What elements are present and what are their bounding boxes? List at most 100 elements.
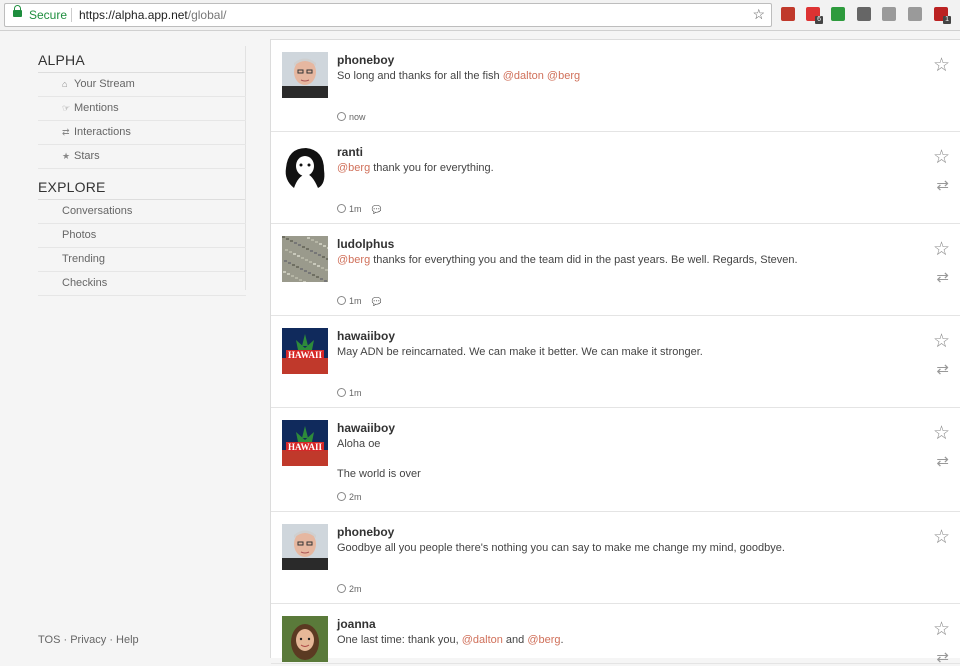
svg-text:HAWAII: HAWAII bbox=[288, 442, 323, 452]
post-username[interactable]: phoneboy bbox=[337, 53, 394, 67]
extension-scissors-icon[interactable] bbox=[908, 7, 922, 21]
sidebar-item-mentions[interactable]: ☞ Mentions bbox=[38, 97, 246, 121]
post-timestamp[interactable]: now bbox=[349, 112, 366, 122]
post-username[interactable]: phoneboy bbox=[337, 525, 394, 539]
avatar[interactable] bbox=[282, 616, 328, 662]
post-timestamp[interactable]: 1m bbox=[349, 204, 362, 214]
avatar[interactable]: HAWAII bbox=[282, 420, 328, 466]
post-item: HAWAII hawaiiboy May ADN be reincarnated. … bbox=[271, 316, 960, 408]
post-item: phoneboy So long and thanks for all the f… bbox=[271, 40, 960, 132]
post-text-line: May ADN be reincarnated. We can make it … bbox=[337, 346, 703, 358]
post-timestamp[interactable]: 2m bbox=[349, 492, 362, 502]
repost-icon[interactable]: ⇄ bbox=[936, 648, 949, 666]
post-username[interactable]: ranti bbox=[337, 145, 363, 159]
post-text: @berg thank you for everything. bbox=[337, 161, 494, 176]
sidebar-item-trending[interactable]: Trending bbox=[38, 248, 246, 272]
sidebar-item-label: Checkins bbox=[62, 277, 108, 289]
post-stream: phoneboy So long and thanks for all the f… bbox=[270, 39, 960, 666]
star-icon: ★ bbox=[62, 151, 71, 161]
post-item: ludolphus @berg thanks for everything you… bbox=[271, 224, 960, 316]
sidebar-footer: TOS · Privacy · Help bbox=[38, 634, 139, 646]
section-title-explore: EXPLORE bbox=[38, 173, 246, 200]
sidebar-item-label: Stars bbox=[74, 150, 100, 162]
section-title-alpha: ALPHA bbox=[38, 46, 246, 73]
clock-icon bbox=[337, 492, 346, 501]
extension-square-icon[interactable] bbox=[857, 7, 871, 21]
post-text-line: The world is over bbox=[337, 468, 421, 480]
privacy-link[interactable]: Privacy bbox=[70, 634, 106, 646]
tos-link[interactable]: TOS bbox=[38, 634, 60, 646]
sidebar-item-photos[interactable]: Photos bbox=[38, 224, 246, 248]
repost-icon[interactable]: ⇄ bbox=[936, 176, 949, 194]
post-meta: 2m bbox=[337, 491, 362, 502]
star-outline-icon[interactable]: ☆ bbox=[933, 526, 950, 549]
extension-pin-icon[interactable] bbox=[882, 7, 896, 21]
svg-text:HAWAII: HAWAII bbox=[288, 350, 323, 360]
mention-link[interactable]: @berg bbox=[527, 634, 560, 646]
address-bar[interactable]: Secure https://alpha.app.net/global/ ☆ bbox=[4, 3, 772, 27]
help-link[interactable]: Help bbox=[116, 634, 139, 646]
avatar[interactable] bbox=[282, 524, 328, 570]
star-outline-icon[interactable]: ☆ bbox=[933, 54, 950, 77]
post-item: ranti @berg thank you for everything. 1m 💬 ☆… bbox=[271, 132, 960, 224]
post-text: Goodbye all you people there's nothing y… bbox=[337, 541, 785, 556]
post-username[interactable]: hawaiiboy bbox=[337, 421, 395, 435]
avatar[interactable] bbox=[282, 144, 328, 190]
sidebar-item-label: Conversations bbox=[62, 205, 133, 217]
post-username[interactable]: ludolphus bbox=[337, 237, 394, 251]
replies-icon[interactable]: 💬 bbox=[372, 297, 382, 306]
star-outline-icon[interactable]: ☆ bbox=[933, 238, 950, 261]
sidebar-item-your-stream[interactable]: ⌂ Your Stream bbox=[38, 73, 246, 97]
avatar[interactable]: HAWAII bbox=[282, 328, 328, 374]
extension-box-icon[interactable]: 6 bbox=[806, 7, 823, 24]
post-text-line: @berg thank you for everything. bbox=[337, 162, 494, 174]
clock-icon bbox=[337, 112, 346, 121]
mention-link[interactable]: @dalton bbox=[503, 70, 544, 82]
home-icon: ⌂ bbox=[62, 79, 68, 89]
sidebar-item-stars[interactable]: ★ Stars bbox=[38, 145, 246, 169]
sidebar: ALPHA ⌂ Your Stream ☞ Mentions ⇄ Interactions… bbox=[38, 46, 246, 296]
post-username[interactable]: joanna bbox=[337, 617, 376, 631]
star-outline-icon[interactable]: ☆ bbox=[933, 330, 950, 353]
mention-link[interactable]: @berg bbox=[547, 70, 580, 82]
post-meta: 1m 💬 bbox=[337, 295, 381, 306]
avatar[interactable] bbox=[282, 236, 328, 282]
post-item: phoneboy Goodbye all you people there's n… bbox=[271, 512, 960, 604]
post-username[interactable]: hawaiiboy bbox=[337, 329, 395, 343]
mentions-icon: ☞ bbox=[62, 103, 71, 113]
post-timestamp[interactable]: 1m bbox=[349, 296, 362, 306]
omnibox-separator bbox=[71, 8, 72, 22]
extension-shield-icon[interactable]: 1 bbox=[934, 7, 951, 24]
replies-icon[interactable]: 💬 bbox=[372, 205, 382, 214]
mention-link[interactable]: @berg bbox=[337, 254, 370, 266]
repost-icon[interactable]: ⇄ bbox=[936, 268, 949, 286]
post-text-line: So long and thanks for all the fish @dal… bbox=[337, 70, 581, 82]
mention-link[interactable]: @berg bbox=[337, 162, 370, 174]
extension-circle-icon[interactable] bbox=[831, 7, 845, 21]
sidebar-item-conversations[interactable]: Conversations bbox=[38, 200, 246, 224]
url-text[interactable]: https://alpha.app.net/global/ bbox=[79, 8, 226, 22]
sidebar-item-checkins[interactable]: Checkins bbox=[38, 272, 246, 296]
extension-flag-icon[interactable] bbox=[781, 7, 795, 21]
star-outline-icon[interactable]: ☆ bbox=[933, 422, 950, 445]
mention-link[interactable]: @dalton bbox=[462, 634, 503, 646]
lock-icon bbox=[13, 5, 22, 17]
clock-icon bbox=[337, 388, 346, 397]
secure-label: Secure bbox=[29, 8, 68, 22]
bookmark-star-icon[interactable]: ☆ bbox=[752, 6, 765, 23]
sidebar-item-label: Interactions bbox=[74, 126, 131, 138]
repost-icon[interactable]: ⇄ bbox=[936, 360, 949, 378]
repost-icon[interactable]: ⇄ bbox=[936, 452, 949, 470]
post-text: So long and thanks for all the fish @dal… bbox=[337, 69, 580, 84]
star-outline-icon[interactable]: ☆ bbox=[933, 146, 950, 169]
post-text: Aloha oe The world is over bbox=[337, 437, 421, 482]
footer-separator: · bbox=[60, 634, 71, 646]
sidebar-item-interactions[interactable]: ⇄ Interactions bbox=[38, 121, 246, 145]
post-text: May ADN be reincarnated. We can make it … bbox=[337, 345, 703, 360]
clock-icon bbox=[337, 204, 346, 213]
star-outline-icon[interactable]: ☆ bbox=[933, 618, 950, 641]
avatar[interactable] bbox=[282, 52, 328, 98]
post-timestamp[interactable]: 1m bbox=[349, 388, 362, 398]
post-timestamp[interactable]: 2m bbox=[349, 584, 362, 594]
post-text-line: Aloha oe bbox=[337, 438, 381, 450]
